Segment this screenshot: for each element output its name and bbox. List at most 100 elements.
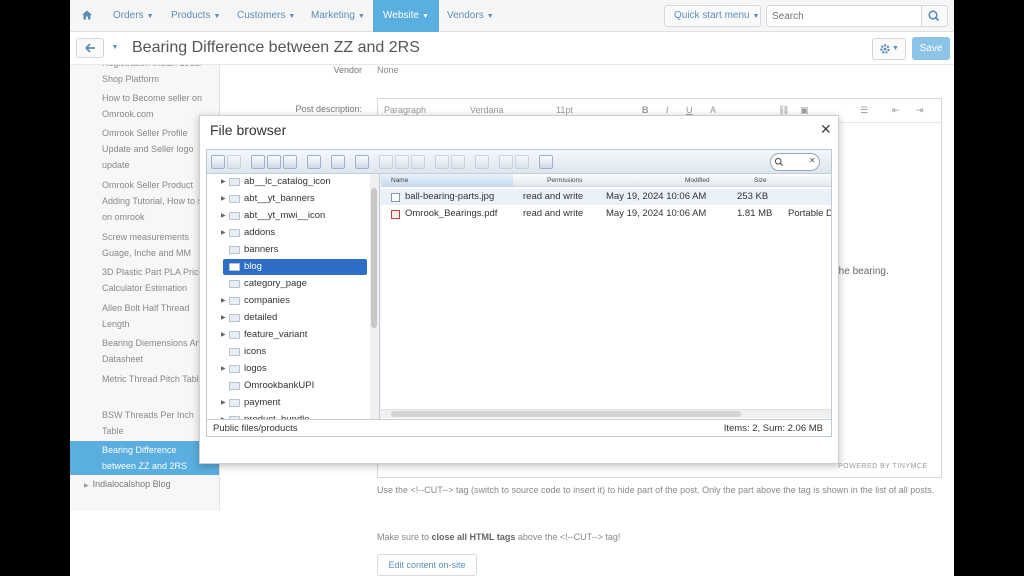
cut-icon[interactable] xyxy=(395,155,409,169)
scrollbar-thumb[interactable] xyxy=(371,188,377,328)
sidebar-item-label: Bearing Difference between ZZ and 2RS xyxy=(102,445,188,471)
chevron-down-icon[interactable]: ▼ xyxy=(106,38,124,58)
preview-eye-icon[interactable] xyxy=(355,155,369,169)
nav-marketing[interactable]: Marketing ▼ xyxy=(311,0,365,32)
home-icon[interactable] xyxy=(80,8,94,22)
italic-icon[interactable]: I xyxy=(666,105,669,115)
bullet-list-icon[interactable]: ☰ xyxy=(860,105,868,116)
folder-tree-item[interactable]: ▶ logos xyxy=(207,361,367,377)
sidebar-item-blog[interactable]: ▶ Indialocalshop Blog xyxy=(84,479,171,489)
file-permissions: read and write xyxy=(523,208,584,219)
expand-arrow-icon[interactable]: ▶ xyxy=(221,208,226,224)
column-header-size[interactable]: Size xyxy=(754,177,767,184)
archive-icon[interactable] xyxy=(499,155,513,169)
sidebar-item[interactable]: Omrook Seller Product Adding Tutorial, H… xyxy=(102,177,212,225)
parent-folder-icon[interactable] xyxy=(251,155,265,169)
sidebar-item[interactable]: Screw measurements Guage, Inche and MM xyxy=(102,229,212,261)
nav-orders[interactable]: Orders ▼ xyxy=(113,0,154,32)
search-input[interactable] xyxy=(766,5,922,27)
font-select[interactable]: Verdana xyxy=(470,105,504,115)
file-row[interactable]: Omrook_Bearings.pdf read and write May 19,… xyxy=(381,206,831,222)
folder-tree-item[interactable]: banners xyxy=(207,242,367,258)
expand-arrow-icon[interactable]: ▶ xyxy=(221,310,226,326)
chevron-down-icon: ▼ xyxy=(213,13,221,20)
new-folder-icon[interactable] xyxy=(267,155,281,169)
text-color-icon[interactable]: A xyxy=(710,105,716,115)
nav-website[interactable]: Website ▼ xyxy=(373,0,439,32)
sidebar-item[interactable]: Bearing Diemensions And Datasheet xyxy=(102,335,212,367)
sidebar-item[interactable]: How to Become seller on Omrook.com xyxy=(102,90,212,122)
outdent-icon[interactable]: ⇤ xyxy=(892,105,900,116)
folder-tree-item[interactable]: ▶ abt__yt_banners xyxy=(207,191,367,207)
folder-tree-item[interactable]: ▶ abt__yt_mwi__icon xyxy=(207,208,367,224)
cut-tag-note: Use the <!--CUT--> tag (switch to source… xyxy=(377,485,935,495)
sidebar-item[interactable]: BSW Threads Per Inch Table xyxy=(102,407,212,439)
forward-arrow-icon[interactable] xyxy=(227,155,241,169)
folder-tree-item[interactable]: ▶ addons xyxy=(207,225,367,241)
file-name: Omrook_Bearings.pdf xyxy=(405,208,498,219)
folder-tree-item[interactable]: ▶ product_bundle xyxy=(207,412,367,419)
nav-products[interactable]: Products ▼ xyxy=(171,0,220,32)
folder-tree-item[interactable]: OmrookbankUPI xyxy=(207,378,367,394)
folder-tree-item[interactable]: ▶ companies xyxy=(207,293,367,309)
expand-arrow-icon[interactable]: ▶ xyxy=(221,293,226,309)
bold-icon[interactable]: B xyxy=(642,105,649,115)
folder-tree-item[interactable]: ▶ payment xyxy=(207,395,367,411)
clear-search-icon[interactable]: ✕ xyxy=(809,156,816,165)
vendor-value[interactable]: None xyxy=(377,65,399,75)
chevron-right-icon: ▶ xyxy=(84,483,89,489)
paste-icon[interactable] xyxy=(411,155,425,169)
folder-tree-item[interactable]: ▶ feature_variant xyxy=(207,327,367,343)
expand-arrow-icon[interactable]: ▶ xyxy=(221,361,226,377)
rename-icon[interactable] xyxy=(451,155,465,169)
sidebar-item[interactable]: Registration Indian Local Shop Platform xyxy=(102,65,212,87)
column-header-name[interactable]: Name xyxy=(381,174,513,186)
back-button[interactable] xyxy=(76,38,104,58)
nav-customers[interactable]: Customers ▼ xyxy=(237,0,295,32)
sidebar-item[interactable]: Allen Bolt Half Thread Length xyxy=(102,300,212,332)
sidebar-item-active[interactable]: Bearing Difference between ZZ and 2RS xyxy=(70,441,219,475)
extract-icon[interactable] xyxy=(515,155,529,169)
view-grid-icon[interactable] xyxy=(539,155,553,169)
quick-start-menu-button[interactable]: Quick start menu ▼ xyxy=(664,5,761,27)
edit-icon[interactable] xyxy=(475,155,489,169)
expand-arrow-icon[interactable]: ▶ xyxy=(221,225,226,241)
expand-arrow-icon[interactable]: ▶ xyxy=(221,327,226,343)
folder-tree-item[interactable]: blog xyxy=(223,259,367,275)
file-row[interactable]: ball-bearing-parts.jpg read and write May … xyxy=(381,189,831,205)
horizontal-scrollbar[interactable] xyxy=(381,409,831,418)
copy-icon[interactable] xyxy=(379,155,393,169)
column-header-permissions[interactable]: Permissions xyxy=(547,177,582,184)
folder-tree-item[interactable]: ▶ ab__lc_catalog_icon xyxy=(207,174,367,190)
save-button[interactable]: Save xyxy=(912,37,950,60)
sidebar-item[interactable]: Omrook Seller Profile Update and Seller … xyxy=(102,125,212,173)
delete-icon[interactable] xyxy=(435,155,449,169)
folder-tree-item[interactable]: ▶ detailed xyxy=(207,310,367,326)
chevron-down-icon: ▼ xyxy=(892,45,899,52)
sidebar-item[interactable]: Metric Thread Pitch Table xyxy=(102,371,212,387)
back-arrow-icon[interactable] xyxy=(211,155,225,169)
save-icon[interactable] xyxy=(307,155,321,169)
underline-icon[interactable]: U xyxy=(686,105,693,115)
settings-dropdown-button[interactable]: ▼ xyxy=(872,38,906,60)
scrollbar-thumb[interactable] xyxy=(391,411,741,417)
expand-arrow-icon[interactable]: ▶ xyxy=(221,412,226,419)
upload-icon[interactable] xyxy=(283,155,297,169)
expand-arrow-icon[interactable]: ▶ xyxy=(221,174,226,190)
search-button[interactable] xyxy=(922,5,948,27)
column-header-modified[interactable]: Modified xyxy=(685,177,710,184)
nav-vendors[interactable]: Vendors ▼ xyxy=(447,0,494,32)
close-icon[interactable]: ✕ xyxy=(820,122,832,136)
sidebar-item[interactable]: 3D Plastic Part PLA Price Calculator Est… xyxy=(102,264,212,296)
folder-tree-item[interactable]: icons xyxy=(207,344,367,360)
expand-arrow-icon[interactable]: ▶ xyxy=(221,395,226,411)
folder-tree-item[interactable]: category_page xyxy=(207,276,367,292)
indent-icon[interactable]: ⇥ xyxy=(916,105,924,116)
info-icon[interactable] xyxy=(331,155,345,169)
format-select[interactable]: Paragraph xyxy=(384,105,426,115)
edit-content-onsite-button[interactable]: Edit content on-site xyxy=(377,554,477,576)
vertical-scrollbar[interactable] xyxy=(370,174,379,419)
expand-arrow-icon[interactable]: ▶ xyxy=(221,191,226,207)
font-size-select[interactable]: 11pt xyxy=(556,105,573,115)
file-search-input[interactable]: ✕ xyxy=(770,153,820,171)
